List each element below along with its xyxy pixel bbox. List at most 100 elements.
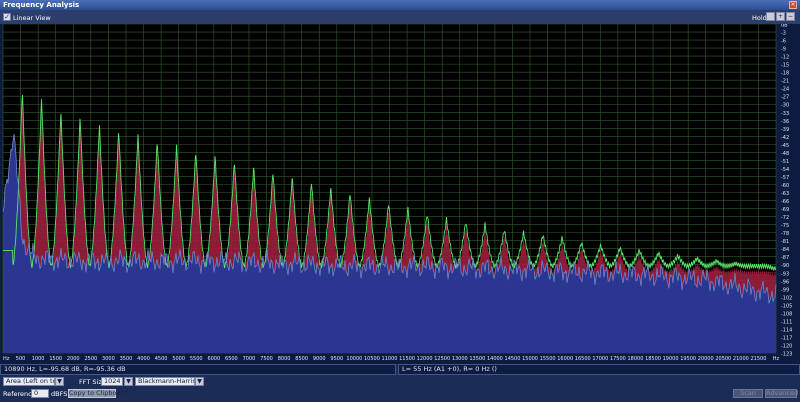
x-tick-label: Hz xyxy=(773,356,780,362)
control-panel: Area (Left on top) ▼ FFT Size 1024 ▼ Bla… xyxy=(0,375,800,402)
x-tick-label: 3500 xyxy=(120,356,133,362)
y-tick-label: -87 xyxy=(781,255,789,261)
y-tick-label: dB xyxy=(781,24,788,29)
x-tick-label: 20500 xyxy=(715,356,731,362)
x-tick-label: 8000 xyxy=(278,356,291,362)
x-tick-label: 1500 xyxy=(49,356,62,362)
x-tick-label: 10500 xyxy=(364,356,380,362)
y-tick-label: -3 xyxy=(781,31,786,37)
copy-to-clipboard-button[interactable]: Copy to Clipboard xyxy=(68,389,127,398)
window-title: Frequency Analysis xyxy=(3,1,80,9)
y-tick-label: -54 xyxy=(781,167,789,173)
peak-readout: L= 55 Hz (A1 +0), R= 0 Hz () xyxy=(398,364,800,375)
x-tick-label: 500 xyxy=(16,356,26,362)
y-tick-label: -105 xyxy=(781,303,792,309)
chevron-down-icon[interactable]: ▼ xyxy=(55,377,64,386)
x-tick-label: 10000 xyxy=(346,356,362,362)
x-tick-label: 9500 xyxy=(330,356,343,362)
y-tick-label: -42 xyxy=(781,135,789,141)
y-tick-label: -102 xyxy=(781,295,792,301)
close-button[interactable]: × xyxy=(789,1,797,9)
x-tick-label: 19500 xyxy=(680,356,696,362)
y-tick-label: -117 xyxy=(781,335,792,341)
x-axis-ticks: Hz 500 1000 1500 2000 2500 3000 3500 4000 4500 500… xyxy=(3,356,780,362)
y-tick-label: -108 xyxy=(781,311,792,317)
x-tick-label: 20000 xyxy=(698,356,714,362)
y-tick-label: -57 xyxy=(781,175,789,181)
x-tick-label: 7500 xyxy=(260,356,273,362)
linear-view-label: Linear View xyxy=(13,14,51,22)
x-tick-label: 7000 xyxy=(243,356,256,362)
hold-checkbox[interactable] xyxy=(766,12,775,21)
y-tick-label: -114 xyxy=(781,327,792,333)
y-tick-label: -18 xyxy=(781,71,789,77)
x-tick-label: 2500 xyxy=(84,356,97,362)
y-tick-label: -45 xyxy=(781,143,789,149)
y-tick-label: -84 xyxy=(781,247,789,253)
reference-unit: dBFS xyxy=(51,390,68,398)
y-tick-label: -63 xyxy=(781,191,789,197)
y-tick-label: -120 xyxy=(781,343,792,349)
y-tick-label: -9 xyxy=(781,47,786,53)
y-tick-label: -12 xyxy=(781,55,789,61)
x-tick-label: 13000 xyxy=(452,356,468,362)
y-tick-label: -75 xyxy=(781,223,789,229)
x-tick-label: 11500 xyxy=(399,356,415,362)
x-tick-label: 18500 xyxy=(645,356,661,362)
x-tick-label: 16000 xyxy=(557,356,573,362)
y-tick-label: -48 xyxy=(781,151,789,157)
hold-label: Hold xyxy=(752,14,767,22)
x-tick-label: 6000 xyxy=(207,356,220,362)
reference-input[interactable]: 0 xyxy=(31,389,49,398)
checkmark-icon: ✓ xyxy=(4,13,10,21)
y-tick-label: -123 xyxy=(781,352,792,358)
x-tick-label: 6500 xyxy=(225,356,238,362)
x-tick-label: 17500 xyxy=(610,356,626,362)
scan-button[interactable]: Scan xyxy=(733,389,763,398)
x-tick-label: 17000 xyxy=(592,356,608,362)
zoom-out-icon[interactable]: − xyxy=(786,12,795,21)
cursor-readout: 10890 Hz, L=-95.68 dB, R=-95.36 dB xyxy=(0,364,396,375)
y-tick-label: -60 xyxy=(781,183,789,189)
y-tick-label: -93 xyxy=(781,271,789,277)
x-tick-label: 15000 xyxy=(522,356,538,362)
view-mode-select[interactable]: Area (Left on top) xyxy=(3,377,55,386)
y-tick-label: -33 xyxy=(781,111,789,117)
x-tick-label: 2000 xyxy=(67,356,80,362)
spectrum-plot[interactable]: dB -3 -6 -9 -12 -15 -18 -21 -24 -27 -30 -33 -36 -39 -4… xyxy=(0,24,800,364)
x-tick-label: 18000 xyxy=(628,356,644,362)
advanced-button[interactable]: Advanced xyxy=(765,389,798,398)
y-tick-label: -111 xyxy=(781,319,792,325)
chevron-down-icon[interactable]: ▼ xyxy=(124,377,133,386)
y-tick-label: -78 xyxy=(781,231,789,237)
y-tick-label: -36 xyxy=(781,119,789,125)
chevron-down-icon[interactable]: ▼ xyxy=(195,377,204,386)
y-tick-label: -81 xyxy=(781,239,789,245)
x-tick-label: 13500 xyxy=(469,356,485,362)
window-function-select[interactable]: Blackmann-Harris xyxy=(135,377,195,386)
y-tick-label: -30 xyxy=(781,103,789,109)
x-tick-label: 1000 xyxy=(32,356,45,362)
y-tick-label: -66 xyxy=(781,199,789,205)
x-tick-label: 12500 xyxy=(434,356,450,362)
title-bar: Frequency Analysis × xyxy=(0,0,800,10)
y-tick-label: -69 xyxy=(781,207,789,213)
y-tick-label: -15 xyxy=(781,63,789,69)
y-tick-label: -24 xyxy=(781,87,789,93)
fft-size-select[interactable]: 1024 xyxy=(101,377,123,386)
zoom-in-icon[interactable]: + xyxy=(776,12,785,21)
x-tick-label: 14500 xyxy=(505,356,521,362)
y-tick-label: -27 xyxy=(781,95,789,101)
x-tick-label: 21000 xyxy=(733,356,749,362)
x-tick-label: 3000 xyxy=(102,356,115,362)
y-axis-ticks: dB -3 -6 -9 -12 -15 -18 -21 -24 -27 -30 -33 -36 -39 -4… xyxy=(781,24,792,358)
x-tick-label: 5000 xyxy=(172,356,185,362)
x-tick-label: 21500 xyxy=(750,356,766,362)
x-tick-label: 14000 xyxy=(487,356,503,362)
close-icon: × xyxy=(790,1,796,8)
y-tick-label: -96 xyxy=(781,279,789,285)
x-tick-label: 4500 xyxy=(155,356,168,362)
y-tick-label: -72 xyxy=(781,215,789,221)
x-tick-label: Hz xyxy=(3,356,10,362)
linear-view-checkbox[interactable]: ✓ xyxy=(3,13,11,21)
